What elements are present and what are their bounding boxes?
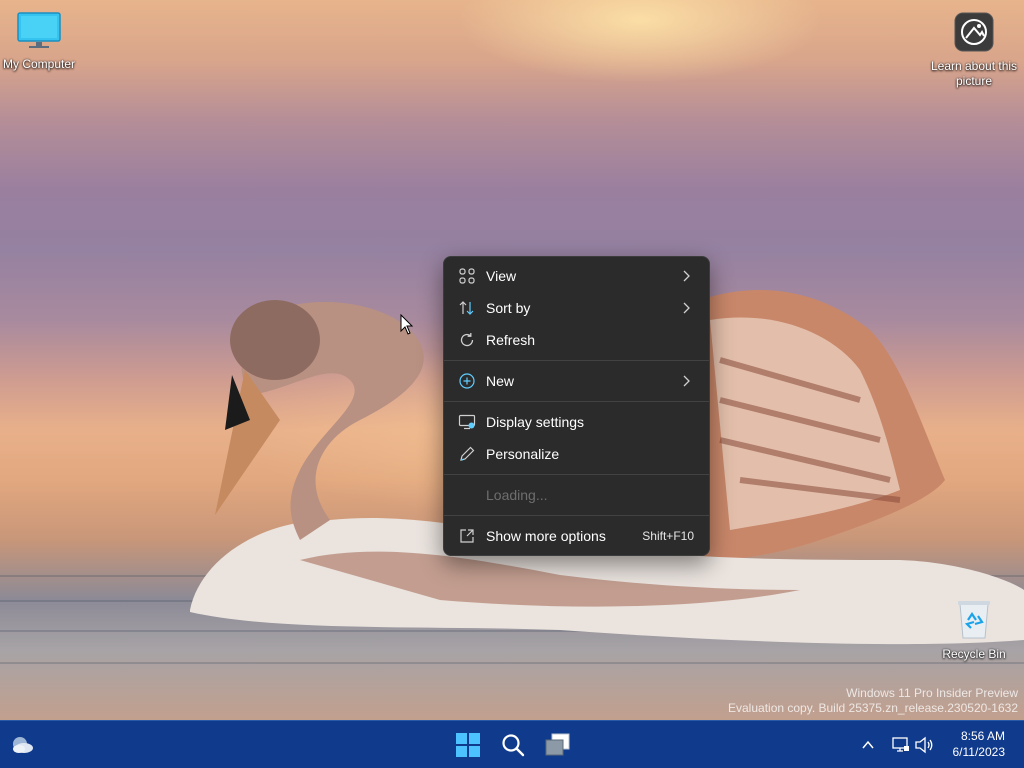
menu-item-view[interactable]: View [449,261,704,291]
recycle-bin-icon [958,601,990,639]
menu-item-shortcut: Shift+F10 [642,529,694,543]
clock-time: 8:56 AM [960,729,1005,743]
menu-item-label: Personalize [486,446,560,462]
refresh-icon [460,333,474,347]
desktop-icon-recycle-bin[interactable]: Recycle Bin [929,598,1019,662]
show-hidden-icons-button[interactable] [860,737,876,753]
menu-item-personalize[interactable]: Personalize [449,439,704,469]
volume-button[interactable] [914,735,934,755]
network-button[interactable] [891,735,911,755]
plus-circle-icon [459,373,475,389]
menu-item-label: Display settings [486,414,585,430]
menu-item-label: Sort by [486,300,531,316]
menu-item-show-more-options[interactable]: Show more options Shift+F10 [449,521,704,551]
search-button[interactable] [500,732,526,758]
menu-item-refresh[interactable]: Refresh [449,325,704,355]
monitor-icon [17,12,61,48]
taskbar: 8:56 AM 6/11/2023 [0,720,1024,768]
menu-separator [444,401,709,402]
weather-icon [13,737,33,753]
widgets-button[interactable] [8,731,36,759]
chevron-right-icon [683,270,690,282]
network-icon [892,737,909,752]
menu-item-loading: Loading... [449,480,704,510]
menu-item-new[interactable]: New [449,366,704,396]
menu-item-label: View [486,268,517,284]
menu-separator [444,360,709,361]
desktop-icon-my-computer[interactable]: My Computer [0,12,84,72]
desktop-icon-learn-about-picture[interactable]: Learn about this picture [929,12,1019,89]
search-icon [502,734,525,757]
evaluation-watermark: Windows 11 Pro Insider Preview Evaluatio… [728,686,1018,716]
spotlight-icon [954,12,994,52]
desktop-icon-label: Recycle Bin [942,647,1006,661]
watermark-edition: Windows 11 Pro Insider Preview [846,686,1018,700]
chevron-right-icon [683,375,690,387]
desktop-icon-label: Learn about this picture [930,59,1018,88]
menu-item-sort-by[interactable]: Sort by [449,293,704,323]
menu-item-label: Refresh [486,332,536,348]
menu-item-display-settings[interactable]: Display settings [449,407,704,437]
volume-icon [915,736,933,754]
menu-item-label: Loading... [486,487,548,503]
task-view-icon [545,733,570,756]
start-button[interactable] [455,732,481,758]
menu-item-label: New [486,373,515,389]
chevron-right-icon [683,302,690,314]
start-icon [456,733,480,757]
display-settings-icon [458,414,476,430]
clock-button[interactable]: 8:56 AM 6/11/2023 [953,728,1006,760]
menu-item-label: Show more options [486,528,606,544]
menu-separator [444,515,709,516]
desktop-context-menu: View Sort by Refresh New Display setting… [443,256,710,556]
menu-separator [444,474,709,475]
pen-icon [460,446,475,461]
clock-date: 6/11/2023 [952,745,1006,759]
open-external-icon [460,529,474,543]
sort-icon [459,301,474,315]
view-grid-icon [459,268,475,284]
task-view-button[interactable] [544,732,572,758]
mouse-cursor-icon [400,314,414,335]
watermark-build: Evaluation copy. Build 25375.zn_release.… [728,701,1018,715]
chevron-up-icon [862,740,874,749]
desktop-icon-label: My Computer [2,57,76,71]
